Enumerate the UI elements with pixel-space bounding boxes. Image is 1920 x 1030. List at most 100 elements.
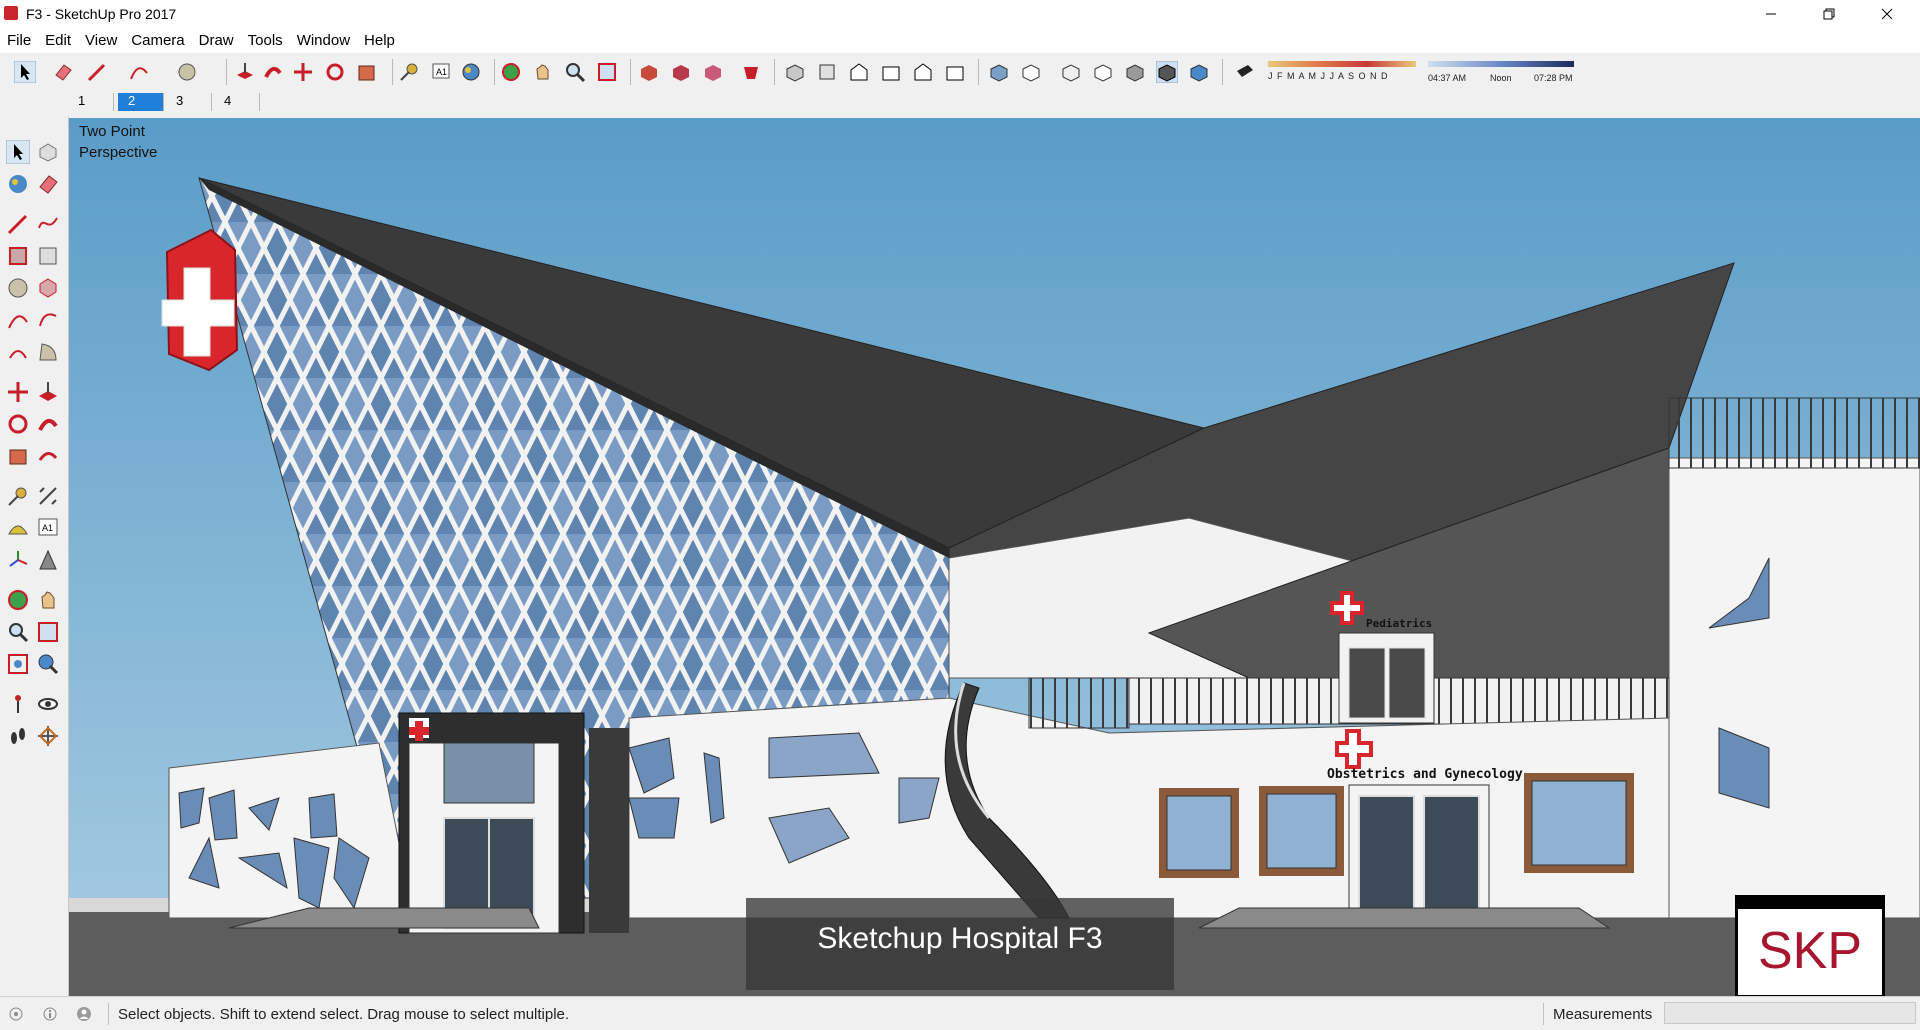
menu-tools[interactable]: Tools (241, 28, 290, 53)
extension-warehouse-icon[interactable] (740, 61, 762, 83)
move-tool-icon[interactable] (6, 380, 30, 404)
left-view-icon[interactable] (944, 61, 966, 83)
iso-view-icon[interactable] (784, 61, 806, 83)
shadow-time-end: 07:28 PM (1534, 73, 1573, 83)
zoom-tool-icon[interactable] (6, 620, 30, 644)
polygon-tool-icon[interactable] (36, 276, 60, 300)
measurements-input[interactable] (1664, 1002, 1916, 1024)
scene-tab-3[interactable]: 3 (166, 93, 212, 111)
rotate-tool-icon[interactable] (6, 412, 30, 436)
section-plane-icon[interactable] (36, 724, 60, 748)
zoom-window-icon[interactable] (36, 620, 60, 644)
arc-icon[interactable] (128, 61, 150, 83)
shaded-textures-icon[interactable] (1156, 61, 1178, 83)
position-camera-icon[interactable] (6, 692, 30, 716)
3d-warehouse-icon[interactable] (638, 61, 660, 83)
back-view-icon[interactable] (912, 61, 934, 83)
right-view-icon[interactable] (880, 61, 902, 83)
text-tool-icon[interactable]: A1 (430, 61, 452, 83)
offset-tool-icon[interactable] (36, 444, 60, 468)
paint-bucket-icon[interactable] (460, 61, 482, 83)
tape-measure-tool-icon[interactable] (6, 484, 30, 508)
credits-info-icon[interactable] (42, 1006, 58, 1022)
shadows-toggle-icon[interactable] (1234, 61, 1256, 83)
scale-tool-icon[interactable] (6, 444, 30, 468)
two-point-arc-icon[interactable] (36, 308, 60, 332)
look-around-eye-icon[interactable] (36, 692, 60, 716)
freehand-tool-icon[interactable] (36, 212, 60, 236)
select-tool-icon[interactable] (6, 140, 30, 164)
restore-button[interactable] (1806, 0, 1852, 28)
model-viewport[interactable]: Pediatrics Obstetrics and Gynecology Two… (69, 118, 1920, 996)
paint-bucket-tool-icon[interactable] (6, 172, 30, 196)
close-icon (1881, 8, 1893, 20)
arc-tool-icon[interactable] (6, 308, 30, 332)
walk-footprints-icon[interactable] (6, 724, 30, 748)
previous-view-icon[interactable] (36, 652, 60, 676)
select-arrow-icon[interactable] (14, 61, 36, 83)
minimize-button[interactable] (1748, 0, 1794, 28)
measurements-label: Measurements (1553, 1006, 1653, 1023)
scale-icon[interactable] (356, 61, 378, 83)
menu-file[interactable]: File (0, 28, 38, 53)
hidden-line-icon[interactable] (1092, 61, 1114, 83)
zoom-icon[interactable] (564, 61, 586, 83)
scene-tab-4[interactable]: 4 (214, 93, 260, 111)
follow-me-tool-icon[interactable] (36, 412, 60, 436)
line-tool-icon[interactable] (6, 212, 30, 236)
rectangle-tool-icon[interactable] (6, 244, 30, 268)
orbit-icon[interactable] (500, 61, 522, 83)
scene-tab-1[interactable]: 1 (68, 93, 114, 111)
top-view-icon[interactable] (816, 61, 838, 83)
shadow-date-slider[interactable]: J F M A M J J A S O N D (1266, 59, 1416, 85)
menu-draw[interactable]: Draw (192, 28, 241, 53)
orbit-tool-icon[interactable] (6, 588, 30, 612)
zoom-extents-icon[interactable] (596, 61, 618, 83)
eraser-icon[interactable] (52, 61, 74, 83)
rotate-icon[interactable] (324, 61, 346, 83)
menu-view[interactable]: View (78, 28, 124, 53)
zoom-extents-tool-icon[interactable] (6, 652, 30, 676)
menu-window[interactable]: Window (290, 28, 357, 53)
get-models-icon[interactable] (702, 61, 724, 83)
push-pull-icon[interactable] (234, 61, 256, 83)
push-pull-tool-icon[interactable] (36, 380, 60, 404)
svg-text:A1: A1 (436, 67, 447, 77)
monochrome-icon[interactable] (1188, 61, 1210, 83)
3d-text-tool-icon[interactable] (36, 548, 60, 572)
close-button[interactable] (1864, 0, 1910, 28)
pie-tool-icon[interactable] (36, 340, 60, 364)
eraser-tool-icon[interactable] (36, 172, 60, 196)
back-edges-icon[interactable] (1020, 61, 1042, 83)
circle-icon[interactable] (176, 61, 198, 83)
skp-logo-text: SKP (1757, 922, 1863, 980)
follow-me-icon[interactable] (262, 61, 284, 83)
tape-measure-icon[interactable] (398, 61, 420, 83)
three-point-arc-icon[interactable] (6, 340, 30, 364)
pencil-line-icon[interactable] (86, 61, 108, 83)
move-icon[interactable] (292, 61, 314, 83)
axes-tool-icon[interactable] (6, 548, 30, 572)
toolbar-separator (494, 59, 495, 85)
wireframe-icon[interactable] (1060, 61, 1082, 83)
share-model-icon[interactable] (670, 61, 692, 83)
circle-tool-icon[interactable] (6, 276, 30, 300)
pan-tool-icon[interactable] (36, 588, 60, 612)
dimension-tool-icon[interactable] (36, 484, 60, 508)
scene-tab-2[interactable]: 2 (118, 93, 164, 111)
menu-camera[interactable]: Camera (124, 28, 191, 53)
pan-hand-icon[interactable] (532, 61, 554, 83)
menu-edit[interactable]: Edit (38, 28, 78, 53)
menu-help[interactable]: Help (357, 28, 402, 53)
rotated-rectangle-icon[interactable] (36, 244, 60, 268)
user-account-icon[interactable] (76, 1006, 92, 1022)
text-tool-icon-left[interactable]: A1 (36, 516, 60, 540)
front-view-icon[interactable] (848, 61, 870, 83)
shadow-time-slider[interactable]: 04:37 AM Noon 07:28 PM (1426, 59, 1576, 85)
shaded-icon[interactable] (1124, 61, 1146, 83)
xray-icon[interactable] (988, 61, 1010, 83)
toolbar-separator (226, 59, 227, 85)
geo-location-icon[interactable] (8, 1006, 24, 1022)
make-component-icon[interactable] (36, 140, 60, 164)
protractor-tool-icon[interactable] (6, 516, 30, 540)
